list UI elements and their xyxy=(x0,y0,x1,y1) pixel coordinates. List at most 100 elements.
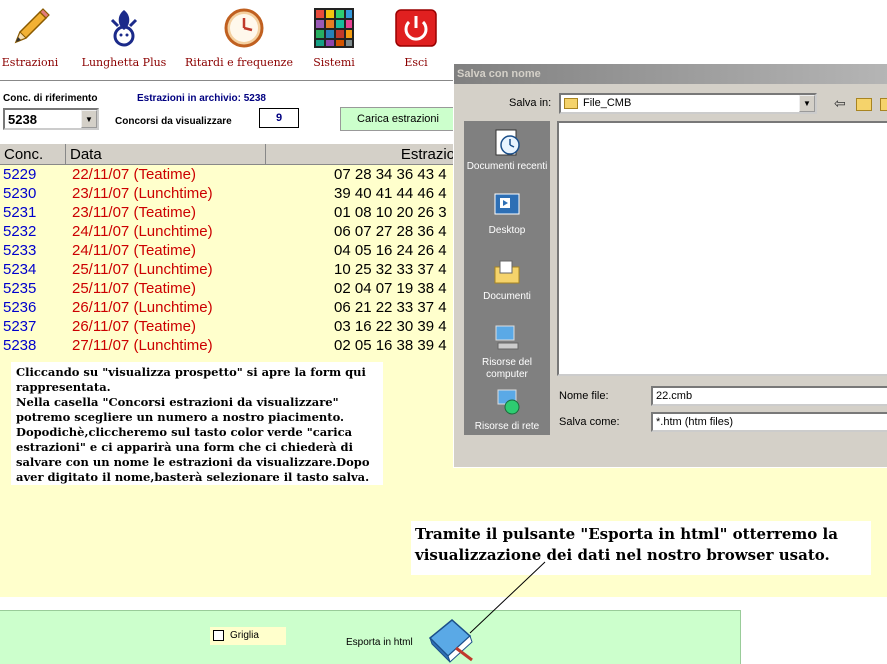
recent-documents-icon xyxy=(495,129,520,156)
lottery-logo-icon xyxy=(110,10,138,47)
instruction-note: Cliccando su "visualizza prospetto" si a… xyxy=(11,362,383,485)
toolbar-label: Estrazioni xyxy=(1,56,59,69)
toolbar-label: Sistemi xyxy=(313,56,355,69)
table-row[interactable]: 5229 22/11/07 (Teatime) 07 28 34 36 43 4 xyxy=(0,165,455,184)
toolbar-estrazioni[interactable]: Estrazioni xyxy=(0,0,60,78)
save-in-select[interactable]: File_CMB ▼ xyxy=(559,93,817,114)
toolbar-sistemi[interactable]: Sistemi xyxy=(306,0,362,78)
conc-label: Conc. di riferimento xyxy=(3,93,98,104)
export-note: Tramite il pulsante "Esporta in html" ot… xyxy=(411,521,871,575)
column-header-estrazioni[interactable]: Estrazio xyxy=(266,144,455,165)
concorsi-label: Concorsi da visualizzare xyxy=(115,116,232,127)
save-in-value: File_CMB xyxy=(583,97,632,109)
cell-date: 27/11/07 (Lunchtime) xyxy=(72,337,213,354)
toolbar-separator xyxy=(0,80,455,81)
desktop-icon xyxy=(494,193,520,215)
archive-count-label: Estrazioni in archivio: 5238 xyxy=(137,93,266,104)
cell-date: 25/11/07 (Teatime) xyxy=(72,280,196,297)
cell-numbers: 06 07 27 28 36 4 xyxy=(334,223,447,240)
cell-numbers: 02 05 16 38 39 4 xyxy=(334,337,447,354)
folder-icon xyxy=(564,98,578,109)
save-in-label: Salva in: xyxy=(509,97,552,109)
toolbar-label: Ritardi e frequenze xyxy=(185,56,293,69)
cell-numbers: 06 21 22 33 37 4 xyxy=(334,299,447,316)
app-window: Estrazioni Lunghetta Plus Ritardi e freq… xyxy=(0,0,887,664)
back-arrow-icon[interactable]: ⇦ xyxy=(834,95,846,111)
cell-conc: 5229 xyxy=(3,166,37,183)
cell-conc: 5231 xyxy=(3,204,37,221)
dialog-title[interactable]: Salva con nome xyxy=(454,64,887,84)
cell-date: 23/11/07 (Lunchtime) xyxy=(72,185,213,202)
cell-numbers: 04 05 16 24 26 4 xyxy=(334,242,447,259)
place-label: Documenti xyxy=(483,291,531,302)
toolbar-lunghetta-plus[interactable]: Lunghetta Plus xyxy=(78,0,170,78)
cell-conc: 5233 xyxy=(3,242,37,259)
file-list[interactable] xyxy=(557,121,887,376)
cell-date: 26/11/07 (Teatime) xyxy=(72,318,196,335)
place-label: Risorse del computer xyxy=(481,357,533,380)
chevron-down-icon[interactable]: ▼ xyxy=(81,110,97,128)
cell-date: 23/11/07 (Teatime) xyxy=(72,204,196,221)
network-icon xyxy=(497,389,520,415)
cell-numbers: 39 40 41 44 46 4 xyxy=(334,185,447,202)
table-row[interactable]: 5236 26/11/07 (Lunchtime) 06 21 22 33 37 4 xyxy=(0,298,455,317)
cell-conc: 5232 xyxy=(3,223,37,240)
griglia-checkbox[interactable]: Griglia xyxy=(210,627,286,645)
table-row[interactable]: 5232 24/11/07 (Lunchtime) 06 07 27 28 36 4 xyxy=(0,222,455,241)
cell-date: 24/11/07 (Lunchtime) xyxy=(72,223,213,240)
dialog-nav-toolbar: ⇦ xyxy=(834,95,887,112)
pencil-icon xyxy=(14,8,50,44)
table-row[interactable]: 5238 27/11/07 (Lunchtime) 02 05 16 38 39 4 xyxy=(0,336,455,355)
power-icon xyxy=(395,9,437,47)
place-network[interactable]: Risorse di rete xyxy=(464,381,550,445)
table-row[interactable]: 5233 24/11/07 (Teatime) 04 05 16 24 26 4 xyxy=(0,241,455,260)
save-as-type-select[interactable]: *.htm (htm files) xyxy=(651,412,887,432)
conc-select-value: 5238 xyxy=(8,112,37,127)
table-row[interactable]: 5231 23/11/07 (Teatime) 01 08 10 20 26 3 xyxy=(0,203,455,222)
place-label: Desktop xyxy=(488,225,526,236)
place-label: Risorse di rete xyxy=(474,421,540,432)
cell-date: 22/11/07 (Teatime) xyxy=(72,166,196,183)
cell-conc: 5230 xyxy=(3,185,37,202)
column-header-conc[interactable]: Conc. xyxy=(0,144,66,165)
save-as-type-label: Salva come: xyxy=(559,416,620,428)
cell-conc: 5234 xyxy=(3,261,37,278)
table-row[interactable]: 5234 25/11/07 (Lunchtime) 10 25 32 33 37 4 xyxy=(0,260,455,279)
cell-numbers: 07 28 34 36 43 4 xyxy=(334,166,447,183)
cell-conc: 5236 xyxy=(3,299,37,316)
export-book-icon[interactable] xyxy=(426,614,476,664)
new-folder-icon[interactable] xyxy=(879,97,887,111)
toolbar-ritardi-frequenze[interactable]: Ritardi e frequenze xyxy=(182,0,296,78)
up-folder-icon[interactable] xyxy=(855,97,872,111)
toolbar-esci[interactable]: Esci xyxy=(388,0,444,78)
place-label: Documenti recenti xyxy=(466,161,548,172)
grid-icon xyxy=(314,8,354,48)
concorsi-input[interactable]: 9 xyxy=(259,108,299,128)
cell-date: 24/11/07 (Teatime) xyxy=(72,242,196,259)
clock-icon xyxy=(224,8,264,48)
conc-select[interactable]: 5238 ▼ xyxy=(3,108,99,130)
table-header: Conc. Data Estrazio xyxy=(0,143,455,165)
place-documents[interactable]: Documenti xyxy=(464,251,550,315)
cell-conc: 5238 xyxy=(3,337,37,354)
export-html-label: Esporta in html xyxy=(346,637,413,648)
cell-date: 26/11/07 (Lunchtime) xyxy=(72,299,213,316)
my-computer-icon xyxy=(495,325,519,350)
filename-input[interactable]: 22.cmb xyxy=(651,386,887,406)
chevron-down-icon[interactable]: ▼ xyxy=(799,95,815,112)
place-my-computer[interactable]: Risorse del computer xyxy=(464,317,550,381)
table-row[interactable]: 5230 23/11/07 (Lunchtime) 39 40 41 44 46 4 xyxy=(0,184,455,203)
place-desktop[interactable]: Desktop xyxy=(464,185,550,249)
place-recent-documents[interactable]: Documenti recenti xyxy=(464,121,550,185)
table-row[interactable]: 5237 26/11/07 (Teatime) 03 16 22 30 39 4 xyxy=(0,317,455,336)
column-header-data[interactable]: Data xyxy=(66,144,266,165)
documents-folder-icon xyxy=(494,260,520,284)
carica-estrazioni-button[interactable]: Carica estrazioni xyxy=(340,107,456,131)
cell-numbers: 01 08 10 20 26 3 xyxy=(334,204,447,221)
checkbox-box[interactable] xyxy=(213,630,224,641)
table-row[interactable]: 5235 25/11/07 (Teatime) 02 04 07 19 38 4 xyxy=(0,279,455,298)
toolbar-label: Lunghetta Plus xyxy=(81,56,167,69)
cell-numbers: 02 04 07 19 38 4 xyxy=(334,280,447,297)
table-body: 5229 22/11/07 (Teatime) 07 28 34 36 43 4 5… xyxy=(0,165,455,359)
toolbar-label: Esci xyxy=(404,56,428,69)
